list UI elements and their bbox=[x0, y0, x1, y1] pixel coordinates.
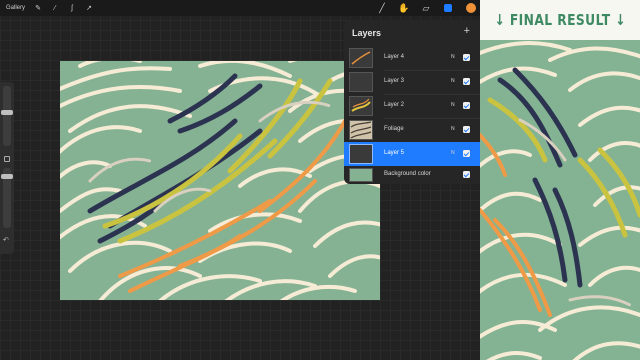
visibility-checkbox[interactable] bbox=[463, 54, 470, 61]
add-layer-button[interactable]: + bbox=[464, 25, 470, 37]
magic-wand-icon[interactable]: ⁄ bbox=[51, 4, 59, 12]
undo-icon[interactable]: ↶ bbox=[3, 236, 9, 244]
layer-name: Layer 3 bbox=[384, 78, 405, 84]
top-toolbar: Gallery ✎ ⁄ ʃ ↗ ╱ ✋ ▱ bbox=[0, 0, 480, 16]
layer-name: Layer 5 bbox=[384, 150, 405, 156]
brush-icon[interactable]: ╱ bbox=[378, 3, 386, 12]
final-result-panel: ↓ FINAL RESULT ↓ bbox=[480, 0, 640, 360]
final-result-artwork bbox=[480, 40, 640, 360]
layer-thumbnail bbox=[349, 96, 373, 116]
visibility-checkbox[interactable] bbox=[463, 150, 470, 157]
transform-arrow-icon[interactable]: ↗ bbox=[85, 4, 93, 12]
layer-name: Foliage bbox=[384, 126, 404, 132]
layer-row[interactable]: Layer 4 N bbox=[344, 46, 480, 70]
layer-row[interactable]: Background color bbox=[344, 166, 480, 184]
layer-name: Layer 4 bbox=[384, 54, 405, 60]
brush-size-slider[interactable] bbox=[3, 86, 11, 146]
layer-thumbnail bbox=[349, 144, 373, 164]
layer-name: Background color bbox=[384, 171, 431, 177]
procreate-app: Gallery ✎ ⁄ ʃ ↗ ╱ ✋ ▱ ↶ Layers + Layer 4… bbox=[0, 0, 480, 360]
layer-thumbnail bbox=[349, 72, 373, 92]
visibility-checkbox[interactable] bbox=[463, 171, 470, 178]
modify-button[interactable] bbox=[4, 156, 10, 162]
layers-title: Layers bbox=[352, 28, 382, 38]
gallery-button[interactable]: Gallery bbox=[6, 5, 25, 11]
final-result-header: ↓ FINAL RESULT ↓ bbox=[480, 0, 640, 40]
color-picker-icon[interactable] bbox=[466, 3, 476, 13]
layer-row[interactable]: Layer 3 N bbox=[344, 70, 480, 94]
blend-mode[interactable]: N bbox=[451, 102, 455, 108]
drawing-canvas[interactable] bbox=[60, 61, 380, 300]
brush-size-thumb[interactable] bbox=[1, 110, 13, 115]
blend-mode[interactable]: N bbox=[451, 126, 455, 132]
layer-name: Layer 2 bbox=[384, 102, 405, 108]
layers-panel: Layers + Layer 4 N Layer 3 N Layer 2 N F… bbox=[344, 20, 480, 184]
layer-thumbnail bbox=[349, 168, 373, 182]
layer-row[interactable]: Foliage N bbox=[344, 118, 480, 142]
blend-mode[interactable]: N bbox=[451, 78, 455, 84]
layer-row-selected[interactable]: Layer 5 N bbox=[344, 142, 480, 166]
visibility-checkbox[interactable] bbox=[463, 126, 470, 133]
layers-icon[interactable] bbox=[444, 4, 452, 12]
final-result-title: ↓ FINAL RESULT ↓ bbox=[494, 11, 626, 29]
blend-mode[interactable]: N bbox=[451, 54, 455, 60]
selection-s-icon[interactable]: ʃ bbox=[68, 4, 76, 12]
layer-thumbnail bbox=[349, 48, 373, 68]
visibility-checkbox[interactable] bbox=[463, 78, 470, 85]
smudge-icon[interactable]: ✋ bbox=[398, 3, 409, 12]
opacity-thumb[interactable] bbox=[1, 174, 13, 179]
left-sidebar: ↶ bbox=[0, 82, 14, 254]
layer-row[interactable]: Layer 2 N bbox=[344, 94, 480, 118]
layer-thumbnail bbox=[349, 120, 373, 140]
blend-mode[interactable]: N bbox=[451, 150, 455, 156]
wrench-icon[interactable]: ✎ bbox=[34, 4, 42, 12]
eraser-icon[interactable]: ▱ bbox=[422, 3, 430, 12]
visibility-checkbox[interactable] bbox=[463, 102, 470, 109]
